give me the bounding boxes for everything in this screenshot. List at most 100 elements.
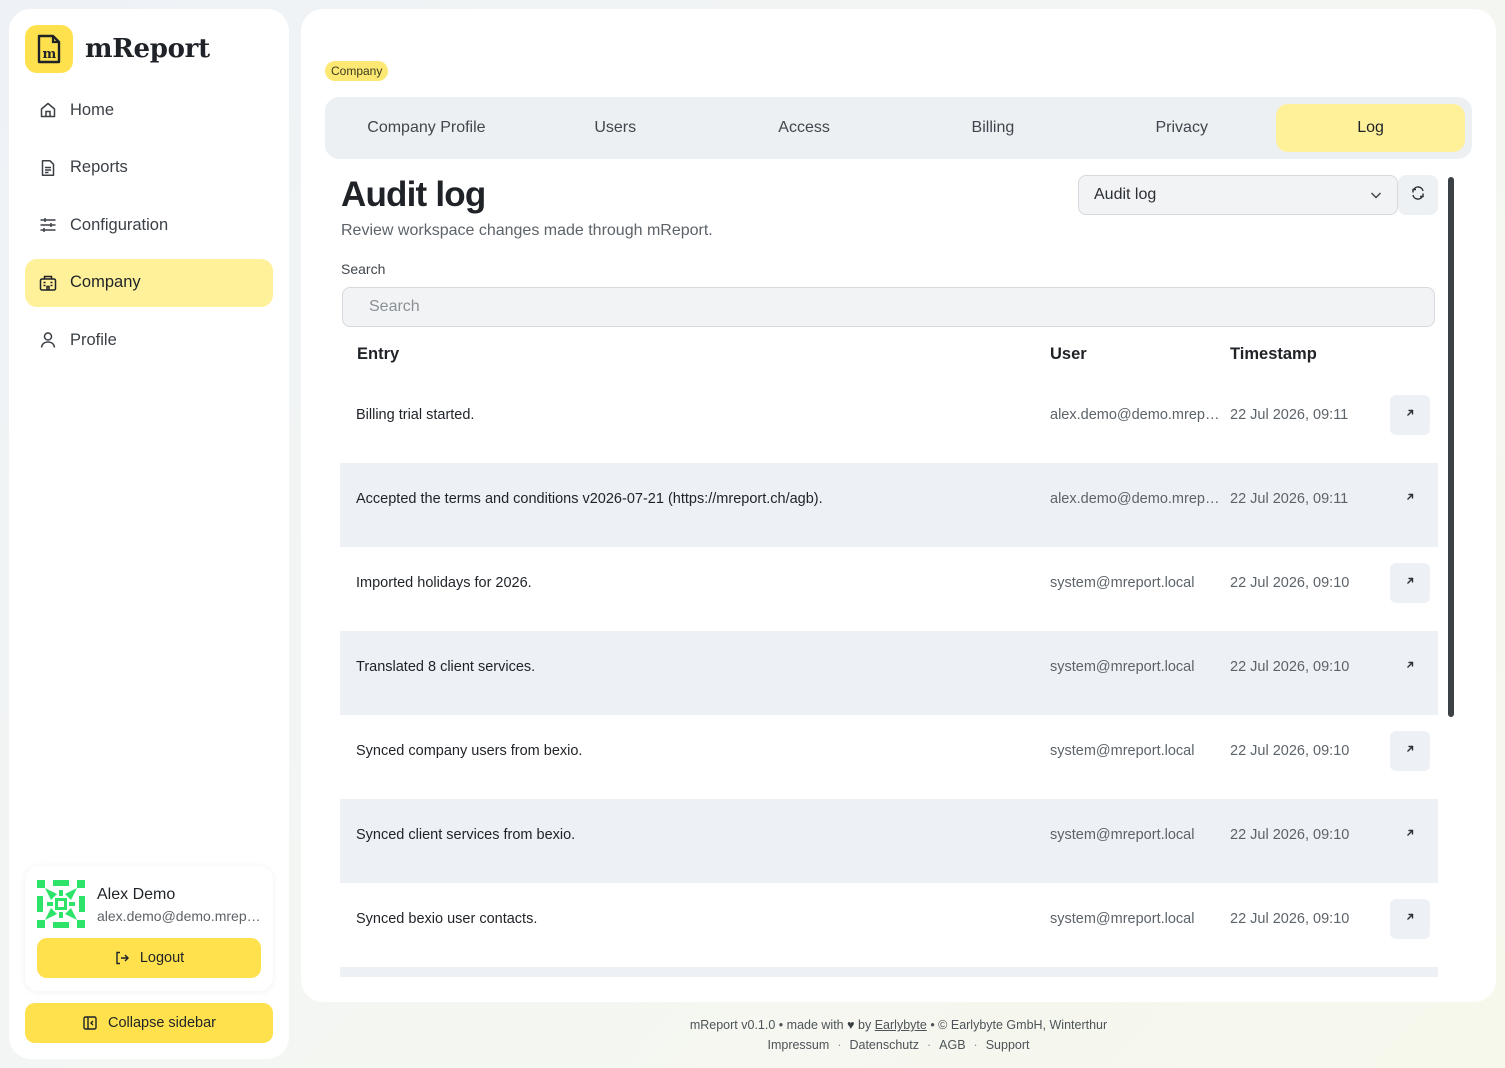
arrow-up-right-icon	[1404, 574, 1416, 592]
open-entry-button[interactable]	[1390, 647, 1430, 687]
row-timestamp: 22 Jul 2026, 09:10	[1230, 827, 1350, 843]
collapse-sidebar-label: Collapse sidebar	[107, 1015, 216, 1031]
sidebar-item-home[interactable]: Home	[25, 86, 273, 134]
log-type-select[interactable]: Audit log	[1078, 175, 1398, 215]
sidebar-item-label: Company	[70, 273, 141, 292]
brand[interactable]: m mReport	[25, 25, 210, 73]
open-entry-button[interactable]	[1390, 899, 1430, 939]
collapse-sidebar-button[interactable]: Collapse sidebar	[25, 1003, 273, 1043]
footer-copyright: © Earlybyte GmbH, Winterthur	[938, 1018, 1108, 1032]
open-entry-button[interactable]	[1390, 815, 1430, 855]
row-timestamp: 22 Jul 2026, 09:10	[1230, 911, 1350, 927]
mreport-logo-icon: m	[25, 25, 73, 73]
sidebar-item-label: Profile	[70, 330, 117, 349]
row-user: system@mreport.local	[1050, 911, 1195, 927]
footer: mReport v0.1.0 • made with ♥ by Earlybyt…	[301, 1015, 1496, 1055]
sidebar-collapse-icon	[82, 1015, 98, 1031]
row-entry: Synced bexio user contacts.	[356, 911, 538, 927]
tab-access[interactable]: Access	[710, 104, 899, 152]
user-icon	[39, 331, 57, 349]
audit-log-table: Billing trial started. alex.demo@demo.mr…	[340, 379, 1438, 977]
sidebar: m mReport Home Reports Configuration Com…	[9, 9, 289, 1059]
open-entry-button[interactable]	[1390, 563, 1430, 603]
open-entry-button[interactable]	[1390, 479, 1430, 519]
arrow-up-right-icon	[1404, 742, 1416, 760]
open-entry-button[interactable]	[1390, 731, 1430, 771]
column-header-timestamp: Timestamp	[1230, 345, 1317, 363]
user-name: Alex Demo	[97, 886, 176, 903]
page-title: Audit log	[341, 175, 486, 214]
table-row: Accepted the terms and conditions v2026-…	[340, 463, 1438, 547]
sidebar-item-label: Reports	[70, 158, 128, 177]
document-icon	[39, 159, 57, 177]
column-header-user: User	[1050, 345, 1087, 363]
app-name: mReport	[85, 34, 210, 64]
breadcrumb[interactable]: Company	[325, 61, 389, 81]
arrow-up-right-icon	[1404, 490, 1416, 508]
arrow-up-right-icon	[1404, 826, 1416, 844]
table-row: Imported holidays for 2026. system@mrepo…	[340, 547, 1438, 631]
footer-by: by	[858, 1018, 872, 1032]
scrollbar-thumb[interactable]	[1448, 177, 1454, 717]
table-row: Synced client services from bexio. syste…	[340, 799, 1438, 883]
building-icon	[39, 274, 57, 292]
open-entry-button[interactable]	[1390, 395, 1430, 435]
sidebar-item-label: Configuration	[70, 215, 169, 234]
footer-link-agb[interactable]: AGB	[939, 1038, 965, 1052]
home-icon	[39, 101, 57, 119]
row-user: system@mreport.local	[1050, 743, 1195, 759]
table-row: Synced bexio user contacts. system@mrepo…	[340, 883, 1438, 967]
sidebar-item-reports[interactable]: Reports	[25, 144, 273, 192]
footer-link-impressum[interactable]: Impressum	[767, 1038, 829, 1052]
footer-link-datenschutz[interactable]: Datenschutz	[849, 1038, 918, 1052]
row-user: alex.demo@demo.mreport.local	[1050, 491, 1226, 507]
refresh-button[interactable]	[1398, 175, 1438, 215]
column-header-entry: Entry	[357, 345, 400, 363]
row-timestamp: 22 Jul 2026, 09:11	[1230, 407, 1349, 423]
row-entry: Translated 8 client services.	[356, 659, 536, 675]
footer-links: Impressum · Datenschutz · AGB · Support	[767, 1038, 1030, 1052]
sidebar-nav: Home Reports Configuration Company Profi…	[25, 86, 273, 374]
row-entry: Synced client services from bexio.	[356, 827, 576, 843]
main-panel: Company Company Profile Users Access Bil…	[301, 9, 1496, 1002]
table-row	[340, 967, 1438, 977]
table-row: Synced company users from bexio. system@…	[340, 715, 1438, 799]
sidebar-item-company[interactable]: Company	[25, 258, 273, 307]
avatar[interactable]	[37, 880, 85, 928]
table-row: Billing trial started. alex.demo@demo.mr…	[340, 379, 1438, 463]
row-user: system@mreport.local	[1050, 659, 1195, 675]
logout-icon	[114, 950, 130, 966]
sidebar-item-label: Home	[70, 100, 115, 119]
footer-credits: mReport v0.1.0 • made with ♥ by Earlybyt…	[689, 1018, 1108, 1032]
footer-made-with: made with	[786, 1018, 844, 1032]
row-entry: Imported holidays for 2026.	[356, 575, 532, 591]
company-tabs: Company Profile Users Access Billing Pri…	[325, 97, 1472, 159]
row-user: system@mreport.local	[1050, 827, 1195, 843]
tab-users[interactable]: Users	[521, 104, 710, 152]
svg-text:m: m	[43, 47, 57, 62]
logout-button[interactable]: Logout	[37, 938, 261, 978]
logout-label: Logout	[139, 950, 185, 966]
chevron-down-icon	[1369, 188, 1383, 207]
search-input[interactable]	[342, 287, 1435, 327]
arrow-up-right-icon	[1404, 406, 1416, 424]
sliders-icon	[39, 216, 57, 234]
row-timestamp: 22 Jul 2026, 09:10	[1230, 575, 1350, 591]
user-email: alex.demo@demo.mreport.local	[97, 908, 265, 924]
earlybyte-link[interactable]: Earlybyte	[875, 1018, 927, 1032]
row-entry: Synced company users from bexio.	[356, 743, 583, 759]
sidebar-item-profile[interactable]: Profile	[25, 316, 273, 364]
page-subtitle: Review workspace changes made through mR…	[341, 222, 713, 239]
table-row: Translated 8 client services. system@mre…	[340, 631, 1438, 715]
log-type-select-value: Audit log	[1094, 186, 1157, 203]
row-user: system@mreport.local	[1050, 575, 1195, 591]
arrow-up-right-icon	[1404, 910, 1416, 928]
heart-icon: ♥	[847, 1018, 855, 1032]
tab-log[interactable]: Log	[1276, 104, 1465, 152]
tab-privacy[interactable]: Privacy	[1087, 104, 1276, 152]
search-label: Search	[341, 261, 386, 277]
footer-link-support[interactable]: Support	[986, 1038, 1030, 1052]
tab-company-profile[interactable]: Company Profile	[332, 104, 521, 152]
sidebar-item-configuration[interactable]: Configuration	[25, 201, 273, 249]
tab-billing[interactable]: Billing	[898, 104, 1087, 152]
